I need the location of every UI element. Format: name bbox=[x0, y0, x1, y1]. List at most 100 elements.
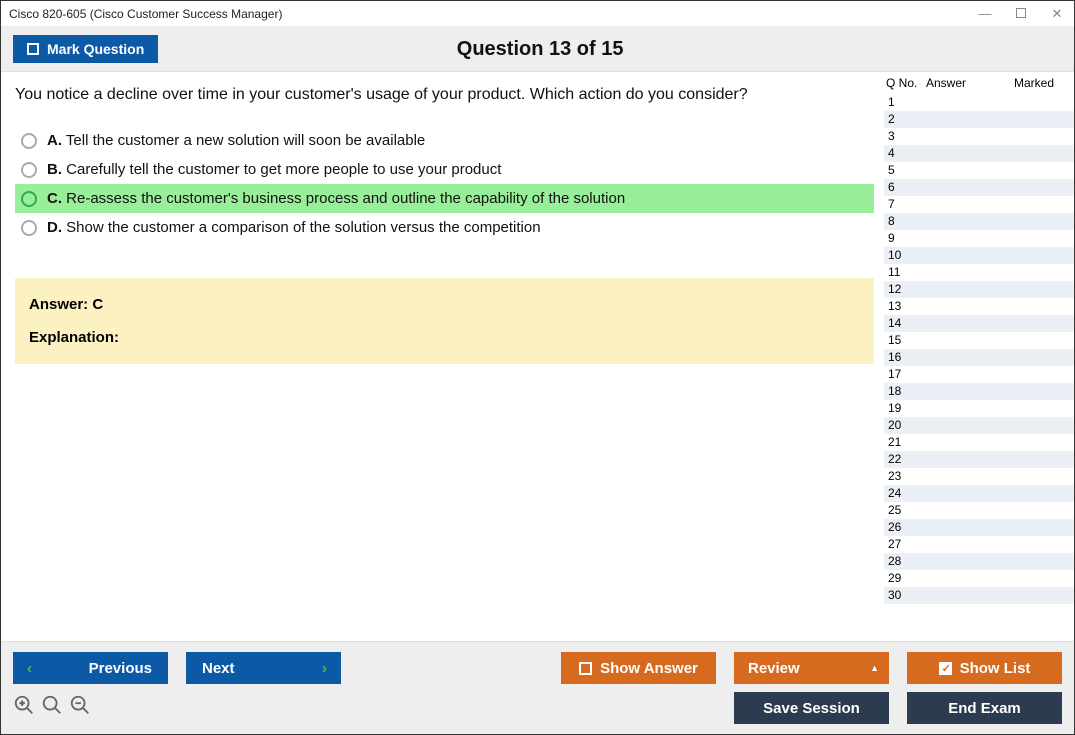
zoom-reset-icon[interactable] bbox=[13, 694, 35, 722]
question-list-row[interactable]: 4 bbox=[884, 145, 1074, 162]
question-list-row[interactable]: 28 bbox=[884, 553, 1074, 570]
question-list-row[interactable]: 7 bbox=[884, 196, 1074, 213]
radio-icon bbox=[21, 191, 37, 207]
row-number: 17 bbox=[888, 366, 918, 383]
question-list-row[interactable]: 25 bbox=[884, 502, 1074, 519]
end-exam-button[interactable]: End Exam bbox=[907, 692, 1062, 724]
save-session-button[interactable]: Save Session bbox=[734, 692, 889, 724]
mark-question-button[interactable]: Mark Question bbox=[13, 35, 158, 63]
question-list-row[interactable]: 6 bbox=[884, 179, 1074, 196]
question-list-row[interactable]: 27 bbox=[884, 536, 1074, 553]
question-list-row[interactable]: 30 bbox=[884, 587, 1074, 604]
footer-row-2: Save Session End Exam bbox=[13, 692, 1062, 724]
footer-row-1: ‹ Previous Next › Show Answer Review ▲ S… bbox=[13, 652, 1062, 684]
row-number: 13 bbox=[888, 298, 918, 315]
question-list-row[interactable]: 29 bbox=[884, 570, 1074, 587]
question-list-row[interactable]: 14 bbox=[884, 315, 1074, 332]
question-list-row[interactable]: 16 bbox=[884, 349, 1074, 366]
save-session-label: Save Session bbox=[763, 700, 860, 717]
maximize-button[interactable] bbox=[1012, 6, 1030, 22]
option-a[interactable]: A. Tell the customer a new solution will… bbox=[15, 126, 874, 155]
window-controls: — ✕ bbox=[976, 6, 1066, 22]
row-number: 20 bbox=[888, 417, 918, 434]
question-list-panel: Q No. Answer Marked 12345678910111213141… bbox=[884, 72, 1074, 641]
row-number: 21 bbox=[888, 434, 918, 451]
previous-label: Previous bbox=[89, 660, 152, 677]
row-number: 30 bbox=[888, 587, 918, 604]
question-list-row[interactable]: 5 bbox=[884, 162, 1074, 179]
zoom-in-icon[interactable] bbox=[41, 694, 63, 722]
question-list-row[interactable]: 26 bbox=[884, 519, 1074, 536]
question-counter: Question 13 of 15 bbox=[158, 38, 922, 61]
chevron-down-icon: ▲ bbox=[870, 663, 879, 673]
question-list-row[interactable]: 21 bbox=[884, 434, 1074, 451]
review-label: Review bbox=[748, 660, 800, 677]
show-answer-label: Show Answer bbox=[600, 660, 698, 677]
radio-icon bbox=[21, 220, 37, 236]
show-list-button[interactable]: Show List bbox=[907, 652, 1062, 684]
question-list-row[interactable]: 3 bbox=[884, 128, 1074, 145]
row-number: 18 bbox=[888, 383, 918, 400]
show-list-label: Show List bbox=[960, 660, 1031, 677]
review-button[interactable]: Review ▲ bbox=[734, 652, 889, 684]
option-d[interactable]: D. Show the customer a comparison of the… bbox=[15, 213, 874, 242]
question-list-row[interactable]: 19 bbox=[884, 400, 1074, 417]
row-number: 1 bbox=[888, 94, 918, 111]
question-list-row[interactable]: 10 bbox=[884, 247, 1074, 264]
previous-button[interactable]: ‹ Previous bbox=[13, 652, 168, 684]
end-exam-label: End Exam bbox=[948, 700, 1021, 717]
row-number: 5 bbox=[888, 162, 918, 179]
question-list-row[interactable]: 2 bbox=[884, 111, 1074, 128]
mark-checkbox-icon bbox=[27, 43, 39, 55]
show-answer-button[interactable]: Show Answer bbox=[561, 652, 716, 684]
option-label: B. Carefully tell the customer to get mo… bbox=[47, 161, 501, 178]
row-number: 10 bbox=[888, 247, 918, 264]
question-list-row[interactable]: 11 bbox=[884, 264, 1074, 281]
question-list-row[interactable]: 1 bbox=[884, 94, 1074, 111]
zoom-out-icon[interactable] bbox=[69, 694, 91, 722]
question-list-grid[interactable]: 1234567891011121314151617181920212223242… bbox=[884, 94, 1074, 641]
row-number: 6 bbox=[888, 179, 918, 196]
window-title: Cisco 820-605 (Cisco Customer Success Ma… bbox=[9, 7, 282, 21]
question-list-row[interactable]: 23 bbox=[884, 468, 1074, 485]
question-list-row[interactable]: 18 bbox=[884, 383, 1074, 400]
col-qno: Q No. bbox=[886, 76, 926, 90]
row-number: 22 bbox=[888, 451, 918, 468]
question-list-row[interactable]: 12 bbox=[884, 281, 1074, 298]
col-marked: Marked bbox=[996, 76, 1072, 90]
question-list-row[interactable]: 22 bbox=[884, 451, 1074, 468]
question-list-header: Q No. Answer Marked bbox=[884, 72, 1074, 94]
question-list-row[interactable]: 8 bbox=[884, 213, 1074, 230]
row-number: 16 bbox=[888, 349, 918, 366]
question-text: You notice a decline over time in your c… bbox=[15, 86, 874, 104]
row-number: 8 bbox=[888, 213, 918, 230]
row-number: 7 bbox=[888, 196, 918, 213]
option-b[interactable]: B. Carefully tell the customer to get mo… bbox=[15, 155, 874, 184]
answer-line: Answer: C bbox=[29, 296, 860, 313]
question-list-row[interactable]: 15 bbox=[884, 332, 1074, 349]
explanation-label: Explanation: bbox=[29, 329, 860, 346]
option-c[interactable]: C. Re-assess the customer's business pro… bbox=[15, 184, 874, 213]
minimize-button[interactable]: — bbox=[976, 6, 994, 22]
header-bar: Mark Question Question 13 of 15 bbox=[1, 27, 1074, 72]
options-list: A. Tell the customer a new solution will… bbox=[15, 126, 874, 242]
row-number: 3 bbox=[888, 128, 918, 145]
question-list-row[interactable]: 9 bbox=[884, 230, 1074, 247]
close-button[interactable]: ✕ bbox=[1048, 6, 1066, 22]
main-row: You notice a decline over time in your c… bbox=[1, 72, 1074, 641]
chevron-left-icon: ‹ bbox=[27, 660, 32, 677]
row-number: 2 bbox=[888, 111, 918, 128]
row-number: 11 bbox=[888, 264, 918, 281]
row-number: 15 bbox=[888, 332, 918, 349]
col-answer: Answer bbox=[926, 76, 996, 90]
question-list-row[interactable]: 20 bbox=[884, 417, 1074, 434]
question-list-row[interactable]: 24 bbox=[884, 485, 1074, 502]
question-list-row[interactable]: 17 bbox=[884, 366, 1074, 383]
app-window: Cisco 820-605 (Cisco Customer Success Ma… bbox=[0, 0, 1075, 735]
question-list-row[interactable]: 13 bbox=[884, 298, 1074, 315]
footer: ‹ Previous Next › Show Answer Review ▲ S… bbox=[1, 641, 1074, 734]
answer-explanation-box: Answer: C Explanation: bbox=[15, 278, 874, 364]
next-button[interactable]: Next › bbox=[186, 652, 341, 684]
option-label: D. Show the customer a comparison of the… bbox=[47, 219, 541, 236]
question-area: You notice a decline over time in your c… bbox=[1, 72, 884, 641]
